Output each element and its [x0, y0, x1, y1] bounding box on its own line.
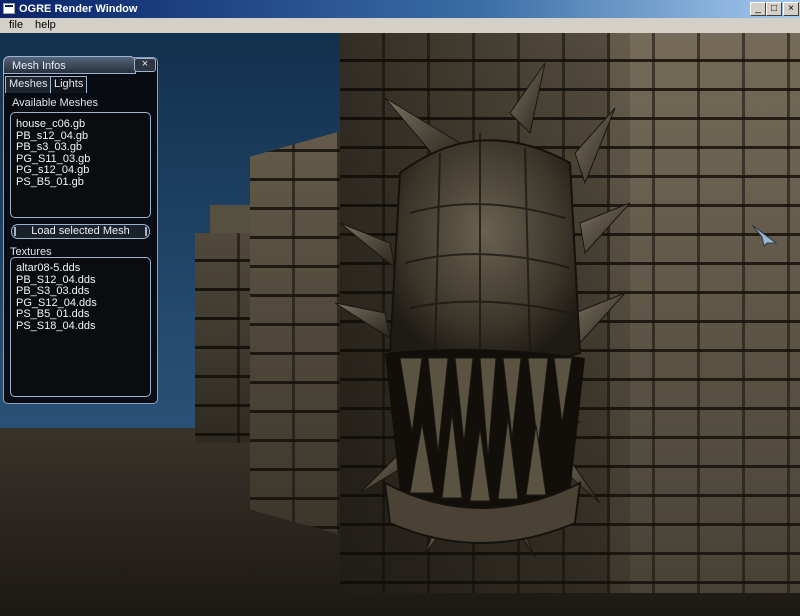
menu-help[interactable]: help — [35, 19, 56, 32]
panel-title: Mesh Infos — [12, 60, 66, 72]
maximize-button[interactable]: □ — [766, 2, 782, 16]
textures-list[interactable]: altar08-5.dds PB_S12_04.dds PB_S3_03.dds… — [10, 257, 151, 397]
window-title: OGRE Render Window — [19, 3, 138, 15]
tab-lights[interactable]: Lights — [50, 76, 88, 93]
available-meshes-label: Available Meshes — [12, 97, 99, 109]
list-item[interactable]: house_c06.gb — [11, 118, 150, 131]
list-item[interactable]: PS_S18_04.dds — [11, 320, 150, 333]
wall-crenel — [210, 205, 250, 235]
mouse-cursor-icon — [751, 224, 778, 247]
minimize-button[interactable]: _ — [750, 2, 766, 16]
list-item[interactable]: PB_S3_03.dds — [11, 285, 150, 298]
close-window-button[interactable]: × — [783, 2, 799, 16]
app-window-icon — [3, 3, 15, 14]
menu-bar: file help — [0, 18, 800, 33]
tab-meshes[interactable]: Meshes — [5, 76, 52, 93]
monster-head-model[interactable] — [330, 53, 630, 573]
load-button-label: Load selected Mesh — [31, 225, 130, 237]
far-wall — [195, 233, 255, 443]
panel-close-button[interactable]: × — [134, 58, 156, 72]
button-right-edge — [145, 227, 147, 236]
window-title-bar[interactable]: OGRE Render Window _ □ × — [0, 0, 800, 18]
menu-file[interactable]: file — [9, 19, 23, 32]
meshes-list[interactable]: house_c06.gb PB_s12_04.gb PB_s3_03.gb PG… — [10, 112, 151, 218]
list-item[interactable]: PG_s12_04.gb — [11, 164, 150, 177]
list-item[interactable]: PS_B5_01.dds — [11, 308, 150, 321]
list-item[interactable]: PB_s3_03.gb — [11, 141, 150, 154]
right-wall — [610, 33, 800, 593]
list-item[interactable]: altar08-5.dds — [11, 262, 150, 275]
button-left-edge — [14, 227, 16, 236]
load-selected-mesh-button[interactable]: Load selected Mesh — [11, 224, 150, 239]
list-item[interactable]: PS_B5_01.gb — [11, 176, 150, 189]
